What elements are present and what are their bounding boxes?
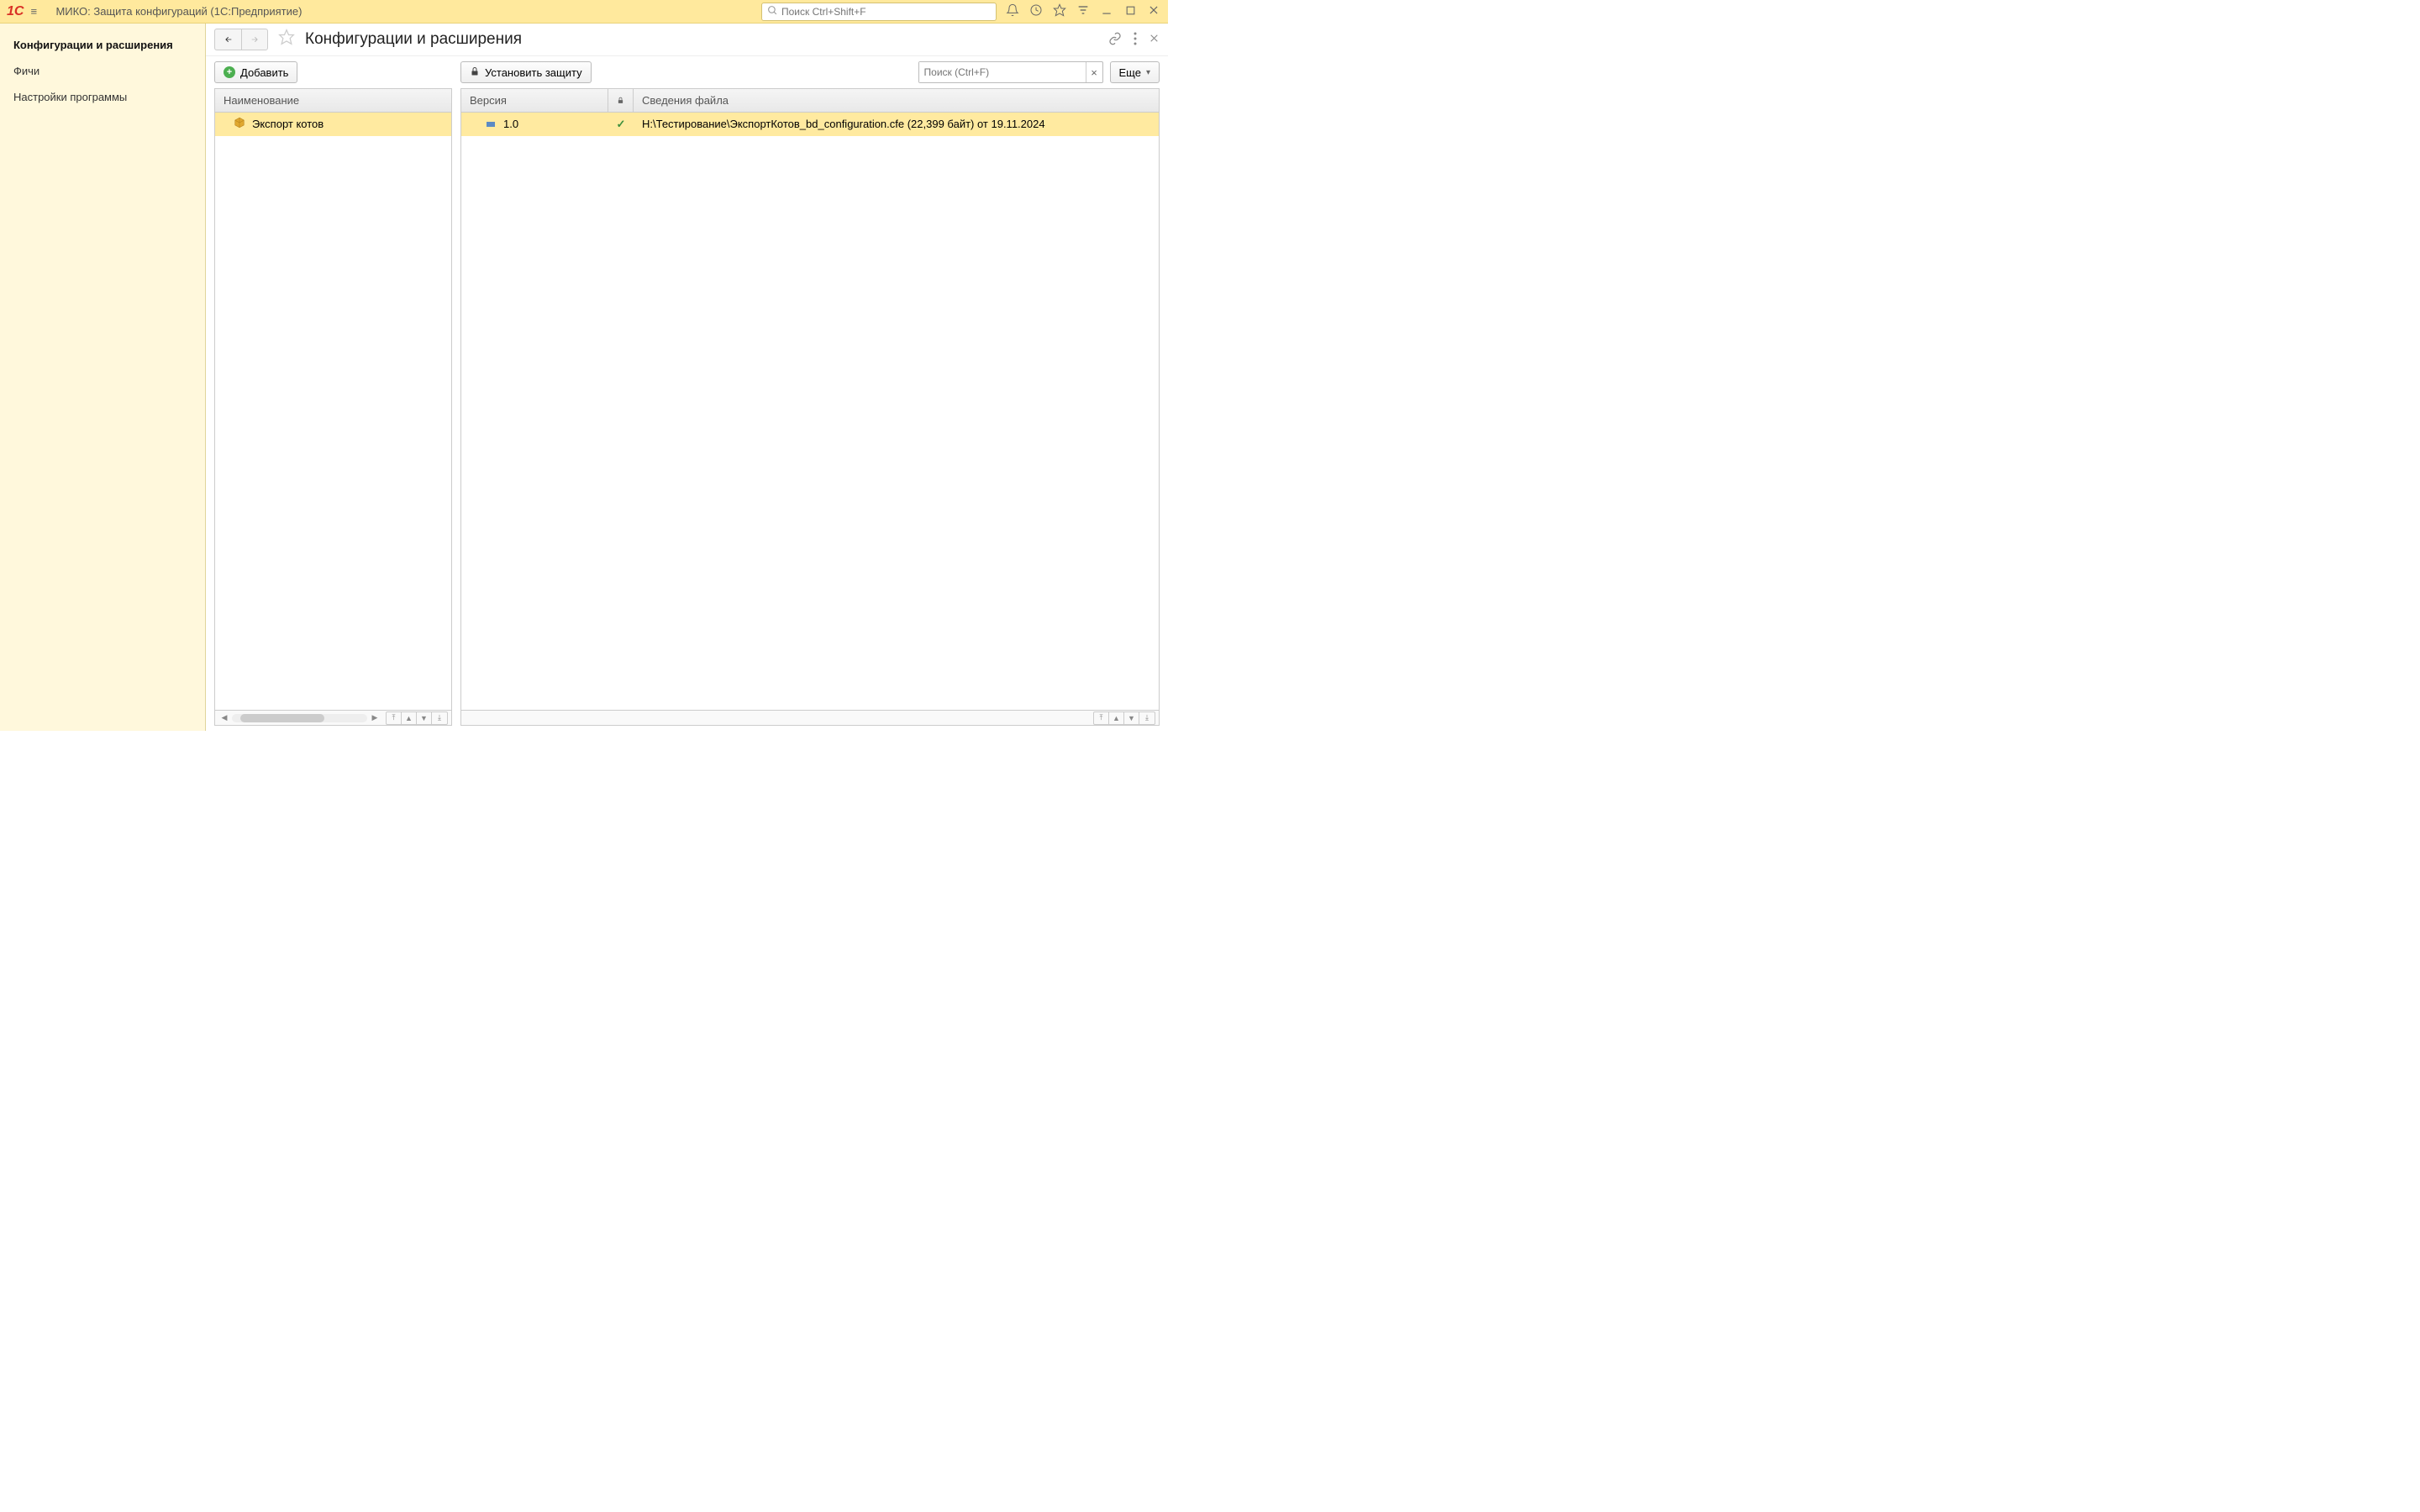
minimize-icon[interactable]: [1099, 4, 1114, 18]
page-title: Конфигурации и расширения: [305, 30, 1103, 49]
configurations-table: Наименование Экспорт котов ◀: [214, 88, 452, 726]
config-name: Экспорт котов: [252, 118, 324, 130]
file-info-value: H:\Тестирование\ЭкспортКотов_bd_configur…: [642, 118, 1045, 130]
check-icon: ✓: [617, 118, 626, 131]
app-title: МИКО: Защита конфигураций (1С:Предприяти…: [55, 5, 302, 18]
protect-button-label: Установить защиту: [485, 66, 582, 79]
nav-up-icon[interactable]: ▲: [402, 712, 417, 724]
scroll-left-icon[interactable]: ◀: [218, 712, 230, 724]
more-button-label: Еще: [1119, 66, 1141, 79]
link-icon[interactable]: [1108, 32, 1122, 48]
add-button-label: Добавить: [240, 66, 288, 79]
nav-back-button[interactable]: [214, 29, 241, 50]
protect-button[interactable]: Установить защиту: [460, 61, 592, 83]
more-button[interactable]: Еще: [1110, 61, 1160, 83]
sidebar-item-label: Фичи: [13, 65, 39, 77]
plus-icon: +: [224, 66, 235, 78]
bell-icon[interactable]: [1005, 3, 1020, 19]
kebab-icon[interactable]: [1134, 32, 1137, 48]
table-search-input[interactable]: [919, 62, 1086, 82]
nav-top-icon[interactable]: ⤒: [1094, 712, 1109, 724]
sidebar-item-settings[interactable]: Настройки программы: [0, 84, 205, 110]
package-icon: [234, 117, 245, 131]
versions-table: Версия Сведения файла 1.0 ✓: [460, 88, 1160, 726]
global-search[interactable]: [761, 3, 997, 21]
titlebar: 1⁠C ≡ МИКО: Защита конфигураций (1С:Пред…: [0, 0, 1168, 24]
content-header: Конфигурации и расширения: [206, 24, 1168, 56]
nav-top-icon[interactable]: ⤒: [387, 712, 402, 724]
nav-bottom-icon[interactable]: ⤓: [432, 712, 447, 724]
table-row[interactable]: Экспорт котов: [215, 113, 451, 136]
sidebar-item-features[interactable]: Фичи: [0, 58, 205, 84]
sidebar-item-label: Конфигурации и расширения: [13, 39, 173, 51]
th-version[interactable]: Версия: [461, 89, 608, 112]
search-icon: [767, 5, 778, 18]
favorite-star-icon[interactable]: [278, 29, 295, 50]
nav-down-icon[interactable]: ▼: [1124, 712, 1139, 724]
maximize-icon[interactable]: [1123, 5, 1138, 18]
history-icon[interactable]: [1028, 3, 1044, 19]
extension-icon: [487, 122, 495, 127]
sidebar-item-configurations[interactable]: Конфигурации и расширения: [0, 32, 205, 58]
nav-forward-button[interactable]: [241, 29, 268, 50]
nav-bottom-icon[interactable]: ⤓: [1139, 712, 1155, 724]
clear-search-button[interactable]: ×: [1086, 62, 1102, 82]
sidebar: Конфигурации и расширения Фичи Настройки…: [0, 24, 206, 731]
table-search[interactable]: ×: [918, 61, 1103, 83]
sidebar-item-label: Настройки программы: [13, 91, 127, 103]
lock-icon: [470, 66, 480, 80]
add-button[interactable]: + Добавить: [214, 61, 297, 83]
hamburger-icon[interactable]: ≡: [30, 5, 47, 18]
th-file-info[interactable]: Сведения файла: [634, 89, 1159, 112]
scroll-right-icon[interactable]: ▶: [369, 712, 381, 724]
global-search-input[interactable]: [781, 6, 991, 18]
close-icon[interactable]: [1146, 4, 1161, 18]
filter-icon[interactable]: [1076, 3, 1091, 19]
nav-up-icon[interactable]: ▲: [1109, 712, 1124, 724]
th-lock[interactable]: [608, 89, 634, 112]
nav-down-icon[interactable]: ▼: [417, 712, 432, 724]
star-icon[interactable]: [1052, 3, 1067, 19]
scrollbar[interactable]: [232, 714, 367, 722]
version-value: 1.0: [503, 118, 518, 130]
close-panel-icon[interactable]: [1149, 33, 1160, 46]
logo-1c: 1⁠C: [7, 4, 24, 19]
th-name[interactable]: Наименование: [215, 89, 451, 112]
table-row[interactable]: 1.0 ✓ H:\Тестирование\ЭкспортКотов_bd_co…: [461, 113, 1159, 136]
